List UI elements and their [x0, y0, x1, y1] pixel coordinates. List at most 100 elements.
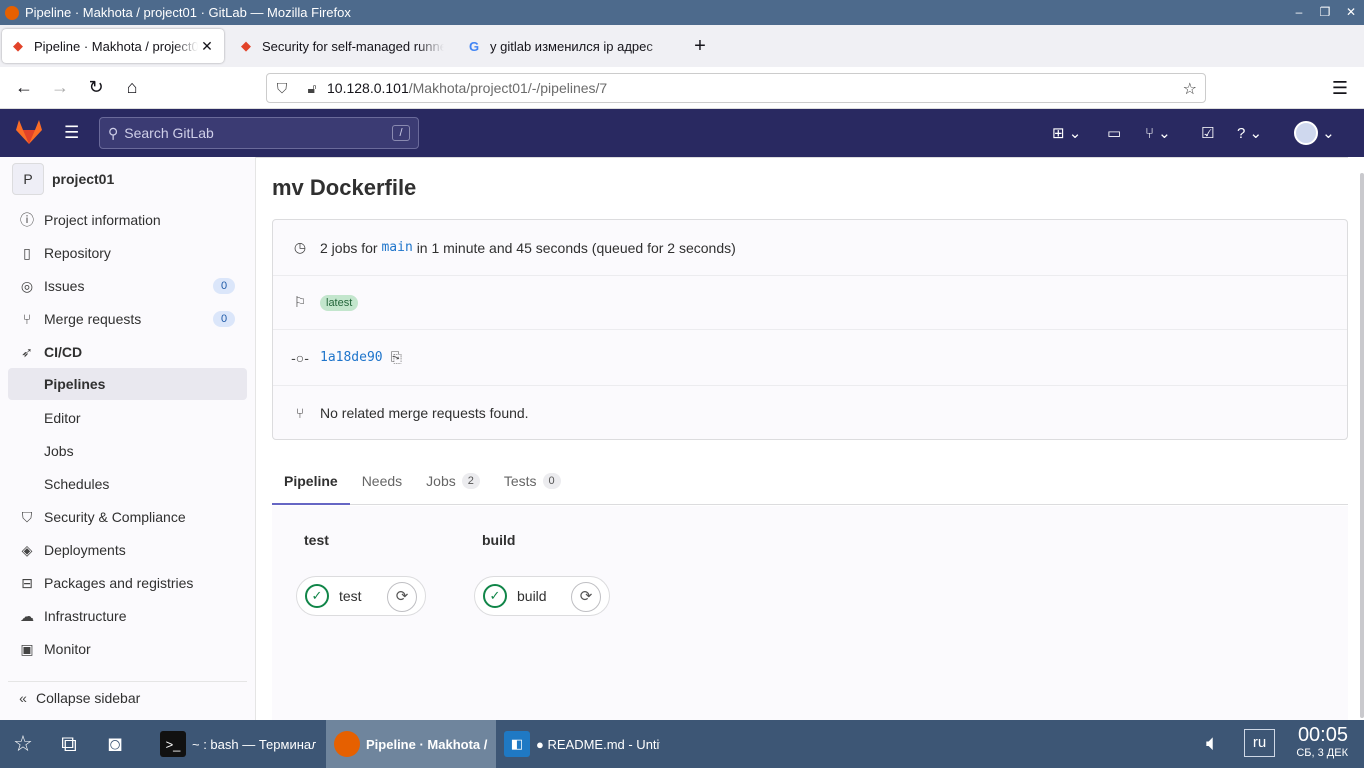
job-name: test: [339, 588, 362, 604]
merge-request-icon: ⑂: [295, 405, 305, 421]
user-avatar[interactable]: ⌄: [1294, 121, 1335, 145]
commit-sha-link[interactable]: 1a18de90: [320, 350, 383, 365]
sidebar-item-deployments[interactable]: ◈ Deployments: [8, 534, 247, 566]
terminal-icon: >_: [160, 731, 186, 757]
sidebar-item-monitor[interactable]: ▣ Monitor: [8, 633, 247, 665]
tab-needs[interactable]: Needs: [350, 457, 414, 505]
insecure-lock-icon[interactable]: 🔓︎: [297, 80, 327, 97]
tab-pipeline[interactable]: Pipeline: [272, 457, 350, 505]
taskbar: ☆ ⧉ ◙ >_ ~ : bash — Терминал Pipeline · …: [0, 720, 1364, 768]
flag-icon: ⚐: [293, 294, 307, 310]
window-title: Pipeline · Makhota / project01 · GitLab …: [25, 5, 351, 20]
desktop-switcher-icon[interactable]: ⧉: [46, 720, 92, 768]
retry-icon[interactable]: ⟳: [387, 582, 417, 612]
browser-tab-pipeline[interactable]: ◆ Pipeline · Makhota / project01 ✕: [2, 29, 224, 63]
sidebar-item-project-information[interactable]: ⓘ Project information: [8, 204, 247, 236]
project-name: project01: [52, 171, 115, 187]
reload-icon[interactable]: ↻: [78, 72, 114, 104]
page-top-divider: [256, 157, 1348, 158]
retry-icon[interactable]: ⟳: [571, 582, 601, 612]
task-vscode[interactable]: ◧ ● README.md - Untitled (Workspace) - V…: [496, 720, 666, 768]
clock-time: 00:05: [1297, 724, 1348, 746]
collapse-sidebar-button[interactable]: « Collapse sidebar: [8, 681, 247, 713]
sidebar-item-editor[interactable]: Editor: [8, 402, 247, 434]
bookmark-star-icon[interactable]: ☆: [1183, 79, 1197, 99]
task-terminal[interactable]: >_ ~ : bash — Терминал: [152, 720, 324, 768]
screenshot-icon[interactable]: ◙: [92, 720, 138, 768]
tab-jobs[interactable]: Jobs 2: [414, 457, 492, 505]
sidebar-item-pipelines[interactable]: Pipelines: [8, 368, 247, 400]
jobs-count-text: 2 jobs for: [320, 239, 378, 256]
main-content: mv Dockerfile ◷ 2 jobs for main in 1 min…: [256, 157, 1364, 720]
deployments-icon: ◈: [21, 541, 33, 558]
browser-tab-security[interactable]: ◆ Security for self-managed runners: [230, 29, 452, 63]
home-icon[interactable]: ⌂: [114, 72, 150, 104]
todos-icon[interactable]: ☑: [1201, 123, 1214, 143]
minimize-button[interactable]: –: [1286, 0, 1312, 25]
help-icon[interactable]: ? ⌄: [1237, 123, 1262, 143]
sidebar-item-ci-cd[interactable]: ➶ CI/CD: [8, 336, 247, 368]
task-firefox[interactable]: Pipeline · Makhota / project01 — Mozilla…: [326, 720, 496, 768]
gitlab-logo-icon[interactable]: [15, 119, 43, 145]
sidebar-item-repository[interactable]: ▯ Repository: [8, 237, 247, 269]
branch-link[interactable]: main: [381, 240, 412, 255]
pipeline-info-box: ◷ 2 jobs for main in 1 minute and 45 sec…: [272, 219, 1348, 440]
back-icon[interactable]: ←: [6, 72, 42, 104]
firefox-icon: [334, 731, 360, 757]
pipeline-badges-row: ⚐ latest: [273, 276, 1347, 330]
pipeline-graph: test ✓ test ⟳ build ✓ build ⟳: [272, 506, 1348, 720]
status-success-icon: ✓: [305, 584, 329, 608]
issues-header-icon[interactable]: ▭: [1107, 123, 1121, 143]
browser-tab-google[interactable]: G у gitlab изменился ip адрес: [458, 29, 680, 63]
sidebar-item-issues[interactable]: ◎ Issues 0: [8, 270, 247, 302]
app-menu-icon[interactable]: ☰: [1322, 72, 1358, 104]
sidebar-item-infrastructure[interactable]: ☁ Infrastructure: [8, 600, 247, 632]
volume-icon[interactable]: 🔈︎: [1206, 730, 1219, 756]
create-new-icon[interactable]: ⊞ ⌄: [1052, 123, 1081, 143]
search-gitlab-input[interactable]: ⚲ Search GitLab /: [99, 117, 419, 149]
close-window-button[interactable]: ✕: [1338, 0, 1364, 25]
merge-requests-count: 0: [213, 311, 235, 327]
merge-requests-header-icon[interactable]: ⑂ ⌄: [1145, 123, 1171, 143]
copy-icon[interactable]: ⎘: [391, 349, 402, 366]
sidebar-item-label: Security & Compliance: [44, 509, 186, 525]
sidebar-item-label: Packages and registries: [44, 575, 194, 591]
issues-count: 0: [213, 278, 235, 294]
task-label: ~ : bash — Терминал: [192, 736, 316, 752]
keyboard-layout[interactable]: ru: [1244, 729, 1275, 757]
url-path: /Makhota/project01/-/pipelines/7: [408, 80, 608, 96]
sidebar-item-merge-requests[interactable]: ⑂ Merge requests 0: [8, 303, 247, 335]
maximize-button[interactable]: ❐: [1312, 0, 1338, 25]
clock[interactable]: 00:05 СБ, 3 ДЕК: [1296, 724, 1348, 760]
url-bar[interactable]: ⛉ 🔓︎ 10.128.0.101/Makhota/project01/-/pi…: [266, 73, 1206, 103]
issues-icon: ◎: [20, 277, 34, 294]
sidebar-item-schedules[interactable]: Schedules: [8, 468, 247, 500]
pipeline-commit-row: -○- 1a18de90 ⎘: [273, 330, 1347, 386]
sidebar-item-label: Pipelines: [44, 376, 106, 392]
new-tab-button[interactable]: +: [686, 32, 714, 60]
sidebar-item-jobs[interactable]: Jobs: [8, 435, 247, 467]
merge-request-icon: ⑂: [22, 311, 32, 327]
rocket-icon: ➶: [21, 343, 33, 360]
project-avatar: P: [12, 163, 44, 195]
sidebar-item-label: Schedules: [44, 476, 110, 492]
sidebar-item-packages-registries[interactable]: ⊟ Packages and registries: [8, 567, 247, 599]
sidebar-item-label: Jobs: [44, 443, 74, 459]
shield-icon[interactable]: ⛉: [267, 80, 297, 97]
close-tab-icon[interactable]: ✕: [198, 38, 216, 55]
job-test[interactable]: ✓ test ⟳: [296, 576, 426, 616]
forward-icon[interactable]: →: [42, 72, 78, 104]
sidebar-project-header[interactable]: P project01: [0, 157, 255, 201]
tab-tests[interactable]: Tests 0: [492, 457, 573, 505]
pipeline-duration-row: ◷ 2 jobs for main in 1 minute and 45 sec…: [273, 220, 1347, 276]
hamburger-menu-icon[interactable]: ☰: [64, 123, 79, 143]
gitlab-icon: ◆: [241, 38, 251, 53]
star-launcher-icon[interactable]: ☆: [0, 720, 46, 768]
sidebar-item-label: Merge requests: [44, 311, 142, 327]
tab-label: Tests: [503, 473, 537, 489]
sidebar-item-security-compliance[interactable]: ⛉ Security & Compliance: [8, 501, 247, 533]
url-host: 10.128.0.101: [327, 80, 409, 96]
job-build[interactable]: ✓ build ⟳: [474, 576, 610, 616]
page-scrollbar[interactable]: [1360, 173, 1364, 718]
sidebar-item-label: Repository: [44, 245, 111, 261]
